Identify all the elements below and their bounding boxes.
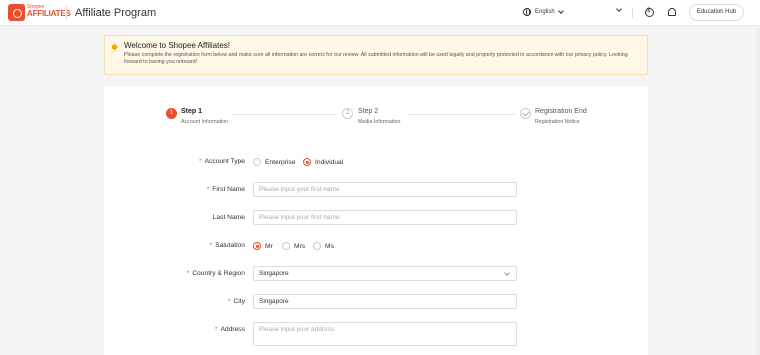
welcome-title: Welcome to Shopee Affiliates! — [124, 41, 230, 50]
logo-text: Shopee AFFILIATES — [27, 5, 71, 18]
speaker-icon — [112, 43, 121, 51]
chevron-down-icon — [504, 269, 510, 276]
salutation-mr-radio[interactable]: Mr — [253, 242, 273, 250]
shopee-affiliates-logo[interactable]: Shopee AFFILIATES — [8, 4, 71, 21]
top-bar: Shopee AFFILIATES Affiliate Program Engl… — [0, 0, 760, 26]
welcome-banner: Welcome to Shopee Affiliates! Please com… — [104, 35, 648, 75]
radio-circle — [253, 242, 261, 250]
radio-label: Mrs — [294, 242, 306, 250]
education-hub-button[interactable]: Education Hub — [689, 4, 744, 21]
account-dropdown-chevron-icon[interactable] — [616, 6, 622, 12]
radio-circle — [313, 242, 321, 250]
step-3-title: Registration End — [535, 108, 587, 115]
salutation-label: * Salutation — [209, 242, 245, 249]
first-name-input[interactable] — [253, 182, 517, 197]
radio-label: Ms — [325, 242, 334, 250]
step-2-title: Step 2 — [358, 108, 379, 115]
account-type-individual-radio[interactable]: Individual — [303, 158, 343, 166]
welcome-message: Please complete the registration form be… — [124, 52, 628, 65]
registration-card: 1 Step 1 Account Information 2 Step 2 Me… — [104, 86, 648, 355]
language-label: English — [535, 9, 555, 15]
required-mark: * — [198, 158, 202, 165]
radio-label: Individual — [315, 158, 344, 166]
step-2-number: 2 — [342, 108, 353, 119]
city-label: * City — [227, 298, 245, 305]
shopee-logo-icon — [8, 4, 25, 21]
step-1-subtitle: Account Information — [181, 119, 229, 125]
salutation-ms-radio[interactable]: Ms — [313, 242, 334, 250]
radio-circle — [253, 158, 261, 166]
radio-circle — [282, 242, 290, 250]
city-input[interactable] — [253, 294, 517, 309]
language-selector[interactable]: English — [523, 8, 564, 16]
last-name-input[interactable] — [253, 210, 517, 225]
country-select[interactable]: Singapore — [253, 266, 517, 281]
step-indicator: 1 Step 1 Account Information 2 Step 2 Me… — [104, 86, 648, 131]
logo-line2: AFFILIATES — [27, 9, 71, 18]
radio-label: Mr — [265, 242, 273, 250]
header-divider-2 — [632, 8, 633, 18]
country-label: * Country & Region — [186, 270, 245, 277]
account-type-label: * Account Type — [198, 158, 245, 165]
bell-icon[interactable] — [668, 8, 676, 16]
address-textarea[interactable] — [253, 322, 517, 346]
step-1-number: 1 — [166, 108, 177, 119]
step-3-subtitle: Registration Notice — [535, 119, 580, 125]
check-icon — [520, 108, 531, 119]
header-divider — [66, 6, 67, 20]
last-name-label: Last Name — [212, 214, 245, 221]
first-name-label: * First Name — [206, 186, 245, 193]
account-type-enterprise-radio[interactable]: Enterprise — [253, 158, 295, 166]
step-2-subtitle: Media Information — [358, 119, 401, 125]
chevron-down-icon — [557, 8, 564, 14]
country-value: Singapore — [259, 270, 289, 277]
page-scrollbar[interactable] — [756, 28, 760, 355]
step-connector-2 — [409, 114, 516, 115]
globe-icon — [523, 8, 531, 16]
step-1-title: Step 1 — [181, 108, 203, 115]
step-connector-1 — [232, 114, 337, 115]
salutation-mrs-radio[interactable]: Mrs — [282, 242, 305, 250]
radio-label: Enterprise — [265, 158, 296, 166]
radio-circle — [303, 158, 311, 166]
billing-icon[interactable] — [645, 8, 654, 17]
address-label: * Address — [214, 326, 245, 333]
app-title: Affiliate Program — [75, 7, 157, 19]
